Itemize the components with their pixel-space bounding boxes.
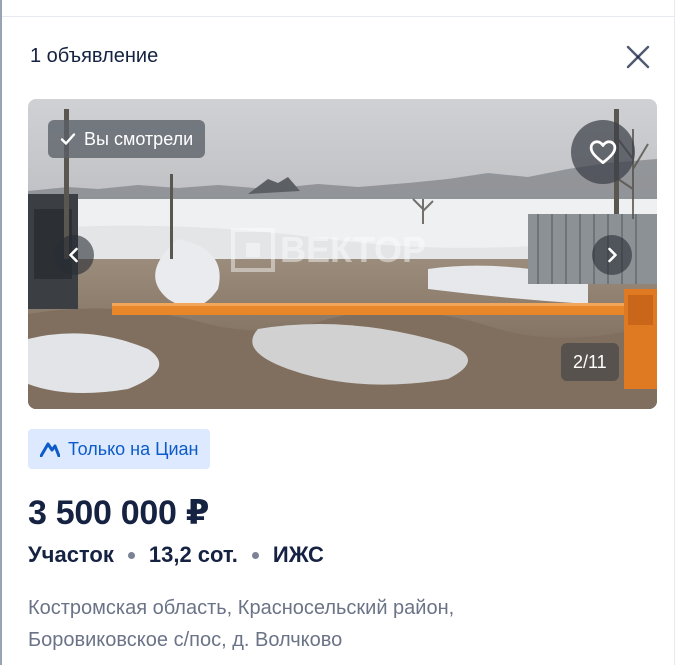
separator-dot [251,551,259,559]
listing-address: Костромская область, Красносельский райо… [28,592,628,656]
property-area: 13,2 сот. [148,542,238,567]
exclusive-badge: Только на Циан [28,429,211,469]
cian-logo-icon [40,442,60,457]
photo-counter: 2/11 [561,343,619,381]
listing-params: Участок 13,2 сот. ИЖС [28,542,324,568]
favorite-button[interactable] [571,120,635,184]
listing-price[interactable]: 3 500 000 ₽ [28,493,209,533]
viewed-badge: Вы смотрели [48,120,206,158]
exclusive-label: Только на Циан [68,438,199,459]
viewed-label: Вы смотрели [84,128,194,149]
watermark-text: ВЕКТОР [280,229,426,270]
panel-title: 1 объявление [30,45,159,67]
address-line-2: Боровиковское с/пос, д. Волчково [28,629,343,651]
check-icon [60,133,76,145]
photo-gallery[interactable]: ВЕКТОР Вы смотрели 2/11 [28,99,657,409]
close-button[interactable] [622,41,654,73]
address-line-1: Костромская область, Красносельский райо… [28,597,455,619]
chevron-right-icon [608,247,617,263]
left-edge [0,0,2,665]
top-divider [0,16,675,17]
separator-dot [127,551,135,559]
property-type: Участок [28,542,114,567]
heart-icon [589,140,617,164]
chevron-left-icon [69,247,78,263]
property-category: ИЖС [272,542,324,567]
close-icon [626,45,650,69]
previous-photo-button[interactable] [54,235,94,275]
next-photo-button[interactable] [592,235,632,275]
